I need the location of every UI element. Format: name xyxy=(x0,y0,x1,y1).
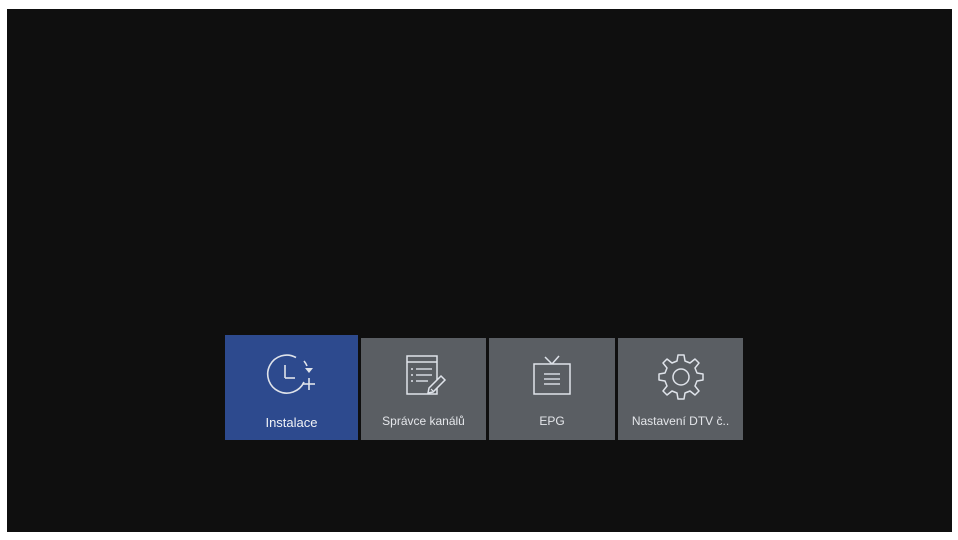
clock-add-icon xyxy=(266,354,315,394)
list-edit-icon xyxy=(405,355,446,395)
menu-tile-label: EPG xyxy=(539,414,565,428)
tv-screen: Instalace Správce kanálů EPG Nastavení D… xyxy=(7,9,952,532)
menu-tile-instalace[interactable]: Instalace xyxy=(225,335,358,440)
menu-tile-label: Instalace xyxy=(265,415,318,430)
dtv-menu-bar: Instalace Správce kanálů EPG Nastavení D… xyxy=(225,335,743,440)
tv-guide-icon xyxy=(533,355,571,395)
menu-tile-label: Správce kanálů xyxy=(382,414,465,428)
menu-tile-nastaveni-dtv[interactable]: Nastavení DTV č.. xyxy=(618,338,743,440)
menu-tile-epg[interactable]: EPG xyxy=(489,338,615,440)
menu-tile-spravce-kanalu[interactable]: Správce kanálů xyxy=(361,338,486,440)
gear-icon xyxy=(657,354,704,400)
menu-tile-label: Nastavení DTV č.. xyxy=(631,414,730,428)
